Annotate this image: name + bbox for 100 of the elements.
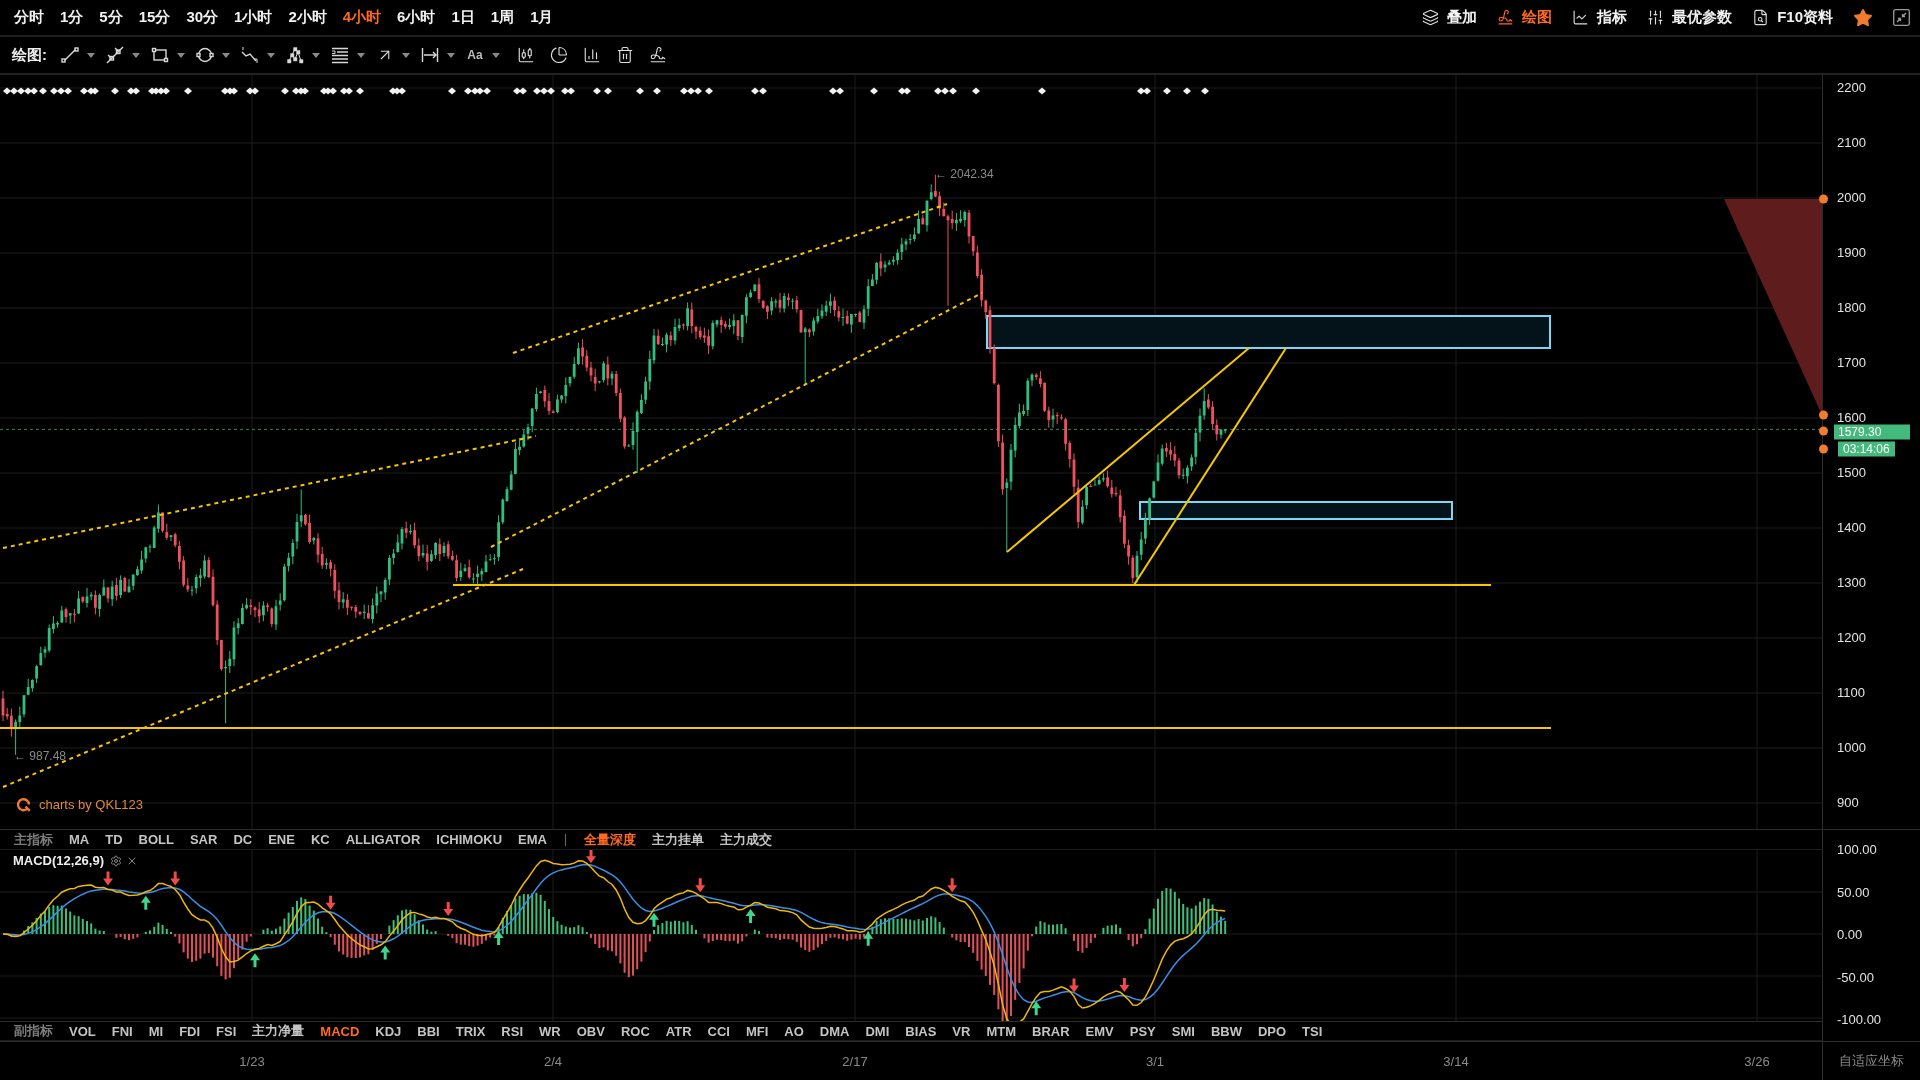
trend-line[interactable] xyxy=(1133,347,1287,586)
indicator-tab[interactable]: AO xyxy=(776,1023,812,1039)
stacked-lines-icon[interactable] xyxy=(331,46,349,64)
anchor-dot-icon[interactable] xyxy=(1819,426,1828,436)
indicator-tab[interactable]: TSI xyxy=(1294,1023,1331,1039)
dashed-trend-line[interactable] xyxy=(512,203,948,354)
caret-down-icon[interactable] xyxy=(312,52,320,58)
zone-rectangle[interactable] xyxy=(986,315,1551,349)
period-tab[interactable]: 1月 xyxy=(522,4,562,31)
scale-mode-label[interactable]: 自适应坐标 xyxy=(1839,1052,1904,1070)
indicator-tab[interactable]: ICHIMOKU xyxy=(428,832,511,847)
caret-down-icon[interactable] xyxy=(447,52,455,58)
depth-tab[interactable]: 全量深度 xyxy=(575,830,644,849)
indicator-tab[interactable]: RSI xyxy=(493,1023,532,1039)
indicator-tab[interactable]: KDJ xyxy=(367,1023,410,1039)
period-tab[interactable]: 1分 xyxy=(52,4,92,31)
period-tab[interactable]: 1周 xyxy=(482,4,523,31)
depth-tab[interactable]: 主力挂单 xyxy=(643,830,712,849)
indicator-tab[interactable]: CCI xyxy=(699,1023,738,1039)
indicator-tab[interactable]: MTM xyxy=(978,1023,1024,1039)
indicator-tab[interactable]: EMA xyxy=(510,832,555,847)
indicator-tab[interactable]: FNI xyxy=(103,1023,141,1039)
indicator-tab[interactable]: PSY xyxy=(1121,1023,1164,1039)
node-cluster-icon[interactable] xyxy=(286,46,304,64)
measure-icon[interactable] xyxy=(421,46,439,64)
indicator-tab[interactable]: FDI xyxy=(171,1023,209,1039)
multi-point-line-icon[interactable] xyxy=(106,46,124,64)
dashed-trend-line[interactable] xyxy=(490,292,983,548)
draw-button[interactable]: 绘图 xyxy=(1497,6,1553,29)
anchor-dot-icon[interactable] xyxy=(1819,194,1828,204)
indicator-tab[interactable]: VR xyxy=(944,1023,979,1039)
pen-icon[interactable] xyxy=(649,46,667,64)
indicator-tab[interactable]: EMV xyxy=(1077,1023,1122,1039)
period-tab[interactable]: 分时 xyxy=(6,4,52,31)
indicator-tab[interactable]: KC xyxy=(302,832,338,847)
indicator-tab[interactable]: DPO xyxy=(1249,1023,1295,1039)
dashed-trend-line[interactable] xyxy=(2,568,524,788)
settings-icon[interactable] xyxy=(110,854,123,867)
indicator-tab[interactable]: SMI xyxy=(1163,1023,1203,1039)
exit-fullscreen-icon[interactable] xyxy=(1893,9,1910,26)
indicator-tab[interactable]: ENE xyxy=(260,832,303,847)
params-button[interactable]: 最优参数 xyxy=(1647,6,1733,29)
period-tab[interactable]: 30分 xyxy=(178,4,227,31)
caret-down-icon[interactable] xyxy=(222,52,230,58)
line-segment-icon[interactable] xyxy=(61,46,79,64)
indicator-tab[interactable]: BOLL xyxy=(130,832,182,847)
indicators-button[interactable]: 指标 xyxy=(1572,6,1628,29)
star-icon[interactable] xyxy=(1853,7,1873,28)
pie-chart-icon[interactable] xyxy=(550,46,568,64)
depth-tab[interactable]: 主力成交 xyxy=(711,830,780,849)
indicator-tab[interactable]: ATR xyxy=(657,1023,700,1039)
period-tab[interactable]: 1日 xyxy=(443,4,483,31)
caret-down-icon[interactable] xyxy=(492,52,500,58)
trash-icon[interactable] xyxy=(616,46,634,64)
indicator-tab[interactable]: ALLIGATOR xyxy=(337,832,429,847)
period-tab[interactable]: 4小时 xyxy=(334,4,390,31)
indicator-tab[interactable]: OBV xyxy=(568,1023,613,1039)
indicator-tab[interactable]: SAR xyxy=(181,832,226,847)
caret-down-icon[interactable] xyxy=(357,52,365,58)
indicator-tab[interactable]: MFI xyxy=(737,1023,777,1039)
candlestick-icon[interactable] xyxy=(517,46,535,64)
f10-button[interactable]: F10资料 xyxy=(1752,6,1833,29)
period-tab[interactable]: 5分 xyxy=(91,4,131,31)
indicator-tab[interactable]: BBW xyxy=(1202,1023,1250,1039)
anchor-dot-icon[interactable] xyxy=(1819,444,1828,454)
indicator-tab[interactable]: MA xyxy=(61,832,98,847)
period-tab[interactable]: 2小时 xyxy=(280,4,335,31)
zone-rectangle[interactable] xyxy=(1139,501,1453,520)
indicator-tab[interactable]: BIAS xyxy=(897,1023,945,1039)
indicator-tab[interactable]: MI xyxy=(140,1023,172,1039)
indicator-tab[interactable]: BRAR xyxy=(1024,1023,1078,1039)
period-tab[interactable]: 15分 xyxy=(130,4,179,31)
indicator-tab[interactable]: MACD xyxy=(312,1023,368,1039)
overlay-button[interactable]: 叠加 xyxy=(1422,6,1478,29)
indicator-tab[interactable]: FSI xyxy=(208,1023,245,1039)
period-tab[interactable]: 6小时 xyxy=(389,4,444,31)
circle-icon[interactable] xyxy=(196,46,214,64)
caret-down-icon[interactable] xyxy=(132,52,140,58)
caret-down-icon[interactable] xyxy=(87,52,95,58)
period-tab[interactable]: 1小时 xyxy=(226,4,281,31)
zigzag-icon[interactable] xyxy=(241,46,259,64)
indicator-tab[interactable]: VOL xyxy=(61,1023,104,1039)
indicator-tab[interactable]: WR xyxy=(531,1023,569,1039)
indicator-tab[interactable]: TRIX xyxy=(447,1023,494,1039)
rectangle-icon[interactable] xyxy=(151,46,169,64)
bar-chart-icon[interactable] xyxy=(583,46,601,64)
indicator-tab[interactable]: DC xyxy=(225,832,261,847)
anchor-dot-icon[interactable] xyxy=(1819,410,1828,420)
trend-line[interactable] xyxy=(1006,347,1250,553)
caret-down-icon[interactable] xyxy=(177,52,185,58)
text-tool-button[interactable]: Aa xyxy=(466,48,484,62)
indicator-tab[interactable]: DMI xyxy=(857,1023,898,1039)
caret-down-icon[interactable] xyxy=(402,52,410,58)
dashed-trend-line[interactable] xyxy=(2,435,537,549)
indicator-tab[interactable]: TD xyxy=(97,832,131,847)
indicator-tab[interactable]: DMA xyxy=(811,1023,858,1039)
indicator-tab[interactable]: 主力净量 xyxy=(244,1022,313,1040)
indicator-tab[interactable]: BBI xyxy=(409,1023,448,1039)
caret-down-icon[interactable] xyxy=(267,52,275,58)
indicator-tab[interactable]: ROC xyxy=(612,1023,658,1039)
